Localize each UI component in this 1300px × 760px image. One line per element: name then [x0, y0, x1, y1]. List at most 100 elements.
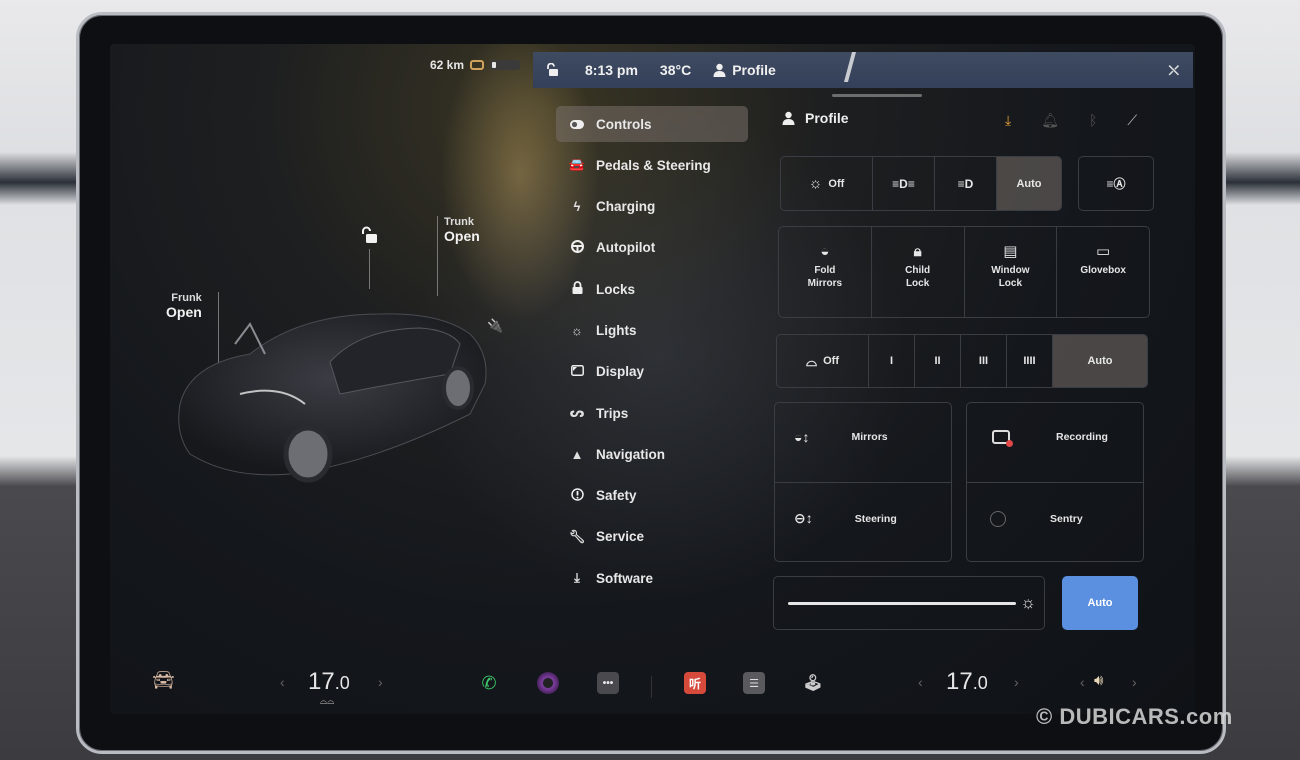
bluetooth-icon[interactable]: ᛒ: [1089, 112, 1097, 129]
passenger-temp-up[interactable]: ›: [1014, 674, 1019, 690]
wipers-off-button[interactable]: ⌓ Off: [777, 335, 869, 387]
auto-high-beam-button[interactable]: ≡Ⓐ: [1079, 157, 1153, 210]
display-icon: [568, 364, 586, 379]
lights-auto-button[interactable]: Auto: [997, 157, 1061, 210]
profile-title: Profile: [805, 110, 849, 126]
dock-divider: [651, 676, 652, 698]
sun-icon: ☼: [571, 322, 583, 338]
driver-temp-down[interactable]: ‹: [280, 674, 285, 690]
menu-item-charging[interactable]: ϟ Charging: [556, 189, 748, 225]
notes-icon[interactable]: ☰: [743, 672, 765, 694]
steering-adjust-button[interactable]: ⊖↕ Steering: [794, 510, 897, 527]
joystick-icon[interactable]: 🕹︎: [802, 672, 824, 694]
wiper-speed-1[interactable]: I: [869, 335, 915, 387]
wiper-icon: ⌓: [806, 352, 818, 369]
bell-icon[interactable]: 🔔︎: [1041, 112, 1059, 129]
download-icon[interactable]: ⤓: [1005, 112, 1011, 129]
panel-drag-handle[interactable]: [832, 94, 922, 97]
sentry-label: Sentry: [1050, 513, 1083, 525]
clock: 8:13 pm: [585, 62, 638, 78]
fold-mirrors-button[interactable]: ◒ Fold Mirrors: [779, 227, 872, 317]
sentry-icon: [990, 511, 1006, 527]
passenger-temperature[interactable]: 17.0: [946, 668, 988, 696]
battery-fill: [492, 62, 497, 68]
volume-up[interactable]: ›: [1132, 674, 1137, 690]
wipers-auto-button[interactable]: Auto: [1053, 335, 1147, 387]
phone-icon[interactable]: ✆: [478, 672, 500, 694]
menu-item-software[interactable]: ⤓ Software: [556, 560, 748, 596]
low-beam-icon: ≡D: [957, 176, 974, 191]
wrench-icon: 🔧︎: [568, 528, 586, 544]
menu-label: Pedals & Steering: [596, 157, 711, 173]
child-lock-button[interactable]: 🔒︎ Child Lock: [872, 227, 965, 317]
tile-label: Child: [905, 265, 931, 276]
brightness-auto-button[interactable]: Auto: [1062, 576, 1138, 630]
menu-item-locks[interactable]: Locks: [556, 271, 748, 307]
unlock-icon[interactable]: [545, 62, 559, 77]
panel-header-icons: ⤓ 🔔︎ ᛒ ⟋: [1005, 112, 1137, 129]
driver-temperature[interactable]: 17.0: [308, 668, 350, 696]
wiper-speed-label: II: [934, 355, 941, 367]
menu-item-autopilot[interactable]: Autopilot: [556, 230, 748, 266]
menu-item-service[interactable]: 🔧︎ Service: [556, 519, 748, 555]
menu-item-pedals-steering[interactable]: 🚘 Pedals & Steering: [556, 147, 748, 183]
trunk-status[interactable]: Trunk Open: [444, 216, 480, 244]
menu-item-lights[interactable]: ☼ Lights: [556, 312, 748, 348]
brightness-slider[interactable]: ☼: [773, 576, 1045, 630]
dashcam-record-icon: [992, 430, 1013, 447]
wiper-speed-2[interactable]: II: [915, 335, 961, 387]
tile-label: Lock: [905, 278, 930, 289]
menu-item-display[interactable]: Display: [556, 354, 748, 390]
window-lock-button[interactable]: ▤ Window Lock: [965, 227, 1058, 317]
car-icon: 🚘: [568, 157, 586, 173]
mirrors-adjust-button[interactable]: ◒↕ Mirrors: [794, 429, 888, 445]
camera-icon[interactable]: [537, 672, 559, 694]
passenger-temp-decimal: .0: [972, 673, 988, 693]
lights-off-button[interactable]: ☼ Off: [781, 157, 873, 210]
menu-item-trips[interactable]: ᔕ Trips: [556, 395, 748, 431]
recording-button[interactable]: Recording: [992, 430, 1108, 447]
car-icon[interactable]: 🚘︎: [152, 670, 175, 691]
profile-button[interactable]: Profile: [713, 62, 776, 78]
headlights-control: ☼ Off ≡D≡ ≡D Auto: [780, 156, 1062, 211]
charge-port-icon[interactable]: 🔌: [487, 318, 503, 334]
panel-profile[interactable]: Profile: [782, 110, 849, 126]
tile-label: Window: [991, 265, 1030, 276]
profile-label: Profile: [732, 62, 776, 78]
sentry-button[interactable]: Sentry: [990, 511, 1083, 527]
menu-item-safety[interactable]: Safety: [556, 478, 748, 514]
menu-item-controls[interactable]: Controls: [556, 106, 748, 142]
steering-label: Steering: [854, 512, 897, 525]
volume-icon[interactable]: 🔊︎: [1094, 672, 1103, 689]
brightness-track[interactable]: [788, 602, 1016, 605]
menu-item-navigation[interactable]: ▲ Navigation: [556, 436, 748, 472]
more-icon[interactable]: •••: [597, 672, 619, 694]
auto-label: Auto: [1087, 597, 1113, 609]
menu-label: Locks: [596, 281, 636, 297]
car-unlock-icon[interactable]: [360, 226, 378, 249]
lights-off-label: Off: [828, 177, 845, 190]
tile-label: Lock: [998, 278, 1023, 289]
wiper-speed-3[interactable]: III: [961, 335, 1007, 387]
mirror-adjust-icon: ◒↕: [794, 429, 810, 445]
lock-leader-line: [369, 249, 370, 289]
driver-temp-decimal: .0: [334, 673, 350, 693]
wipers-off-label: Off: [823, 355, 839, 367]
parking-lights-button[interactable]: ≡D≡: [873, 157, 935, 210]
driver-temp-up[interactable]: ›: [378, 674, 383, 690]
volume-down[interactable]: ‹: [1080, 674, 1085, 690]
driver-temp-value: 17: [308, 668, 335, 695]
wiper-speed-label: IIII: [1023, 355, 1036, 367]
signal-off-icon[interactable]: ⟋: [1127, 112, 1137, 129]
seat-heater-icons[interactable]: ⌓⌓: [320, 696, 334, 707]
settings-menu: Controls 🚘 Pedals & Steering ϟ Charging …: [556, 106, 748, 602]
no-signal-icon: ⛌: [1168, 62, 1179, 78]
glovebox-button[interactable]: ▭ Glovebox: [1057, 227, 1149, 317]
touchscreen: 62 km 8:13 pm 38°C Profile ⛌ Frunk Open …: [110, 44, 1195, 714]
wiper-speed-4[interactable]: IIII: [1007, 335, 1053, 387]
auto-high-beam-control: ≡Ⓐ: [1078, 156, 1154, 211]
music-app-icon[interactable]: 听: [684, 672, 706, 694]
low-beam-button[interactable]: ≡D: [935, 157, 997, 210]
passenger-temp-down[interactable]: ‹: [918, 674, 923, 690]
brightness-icon: ☼: [1020, 593, 1036, 612]
